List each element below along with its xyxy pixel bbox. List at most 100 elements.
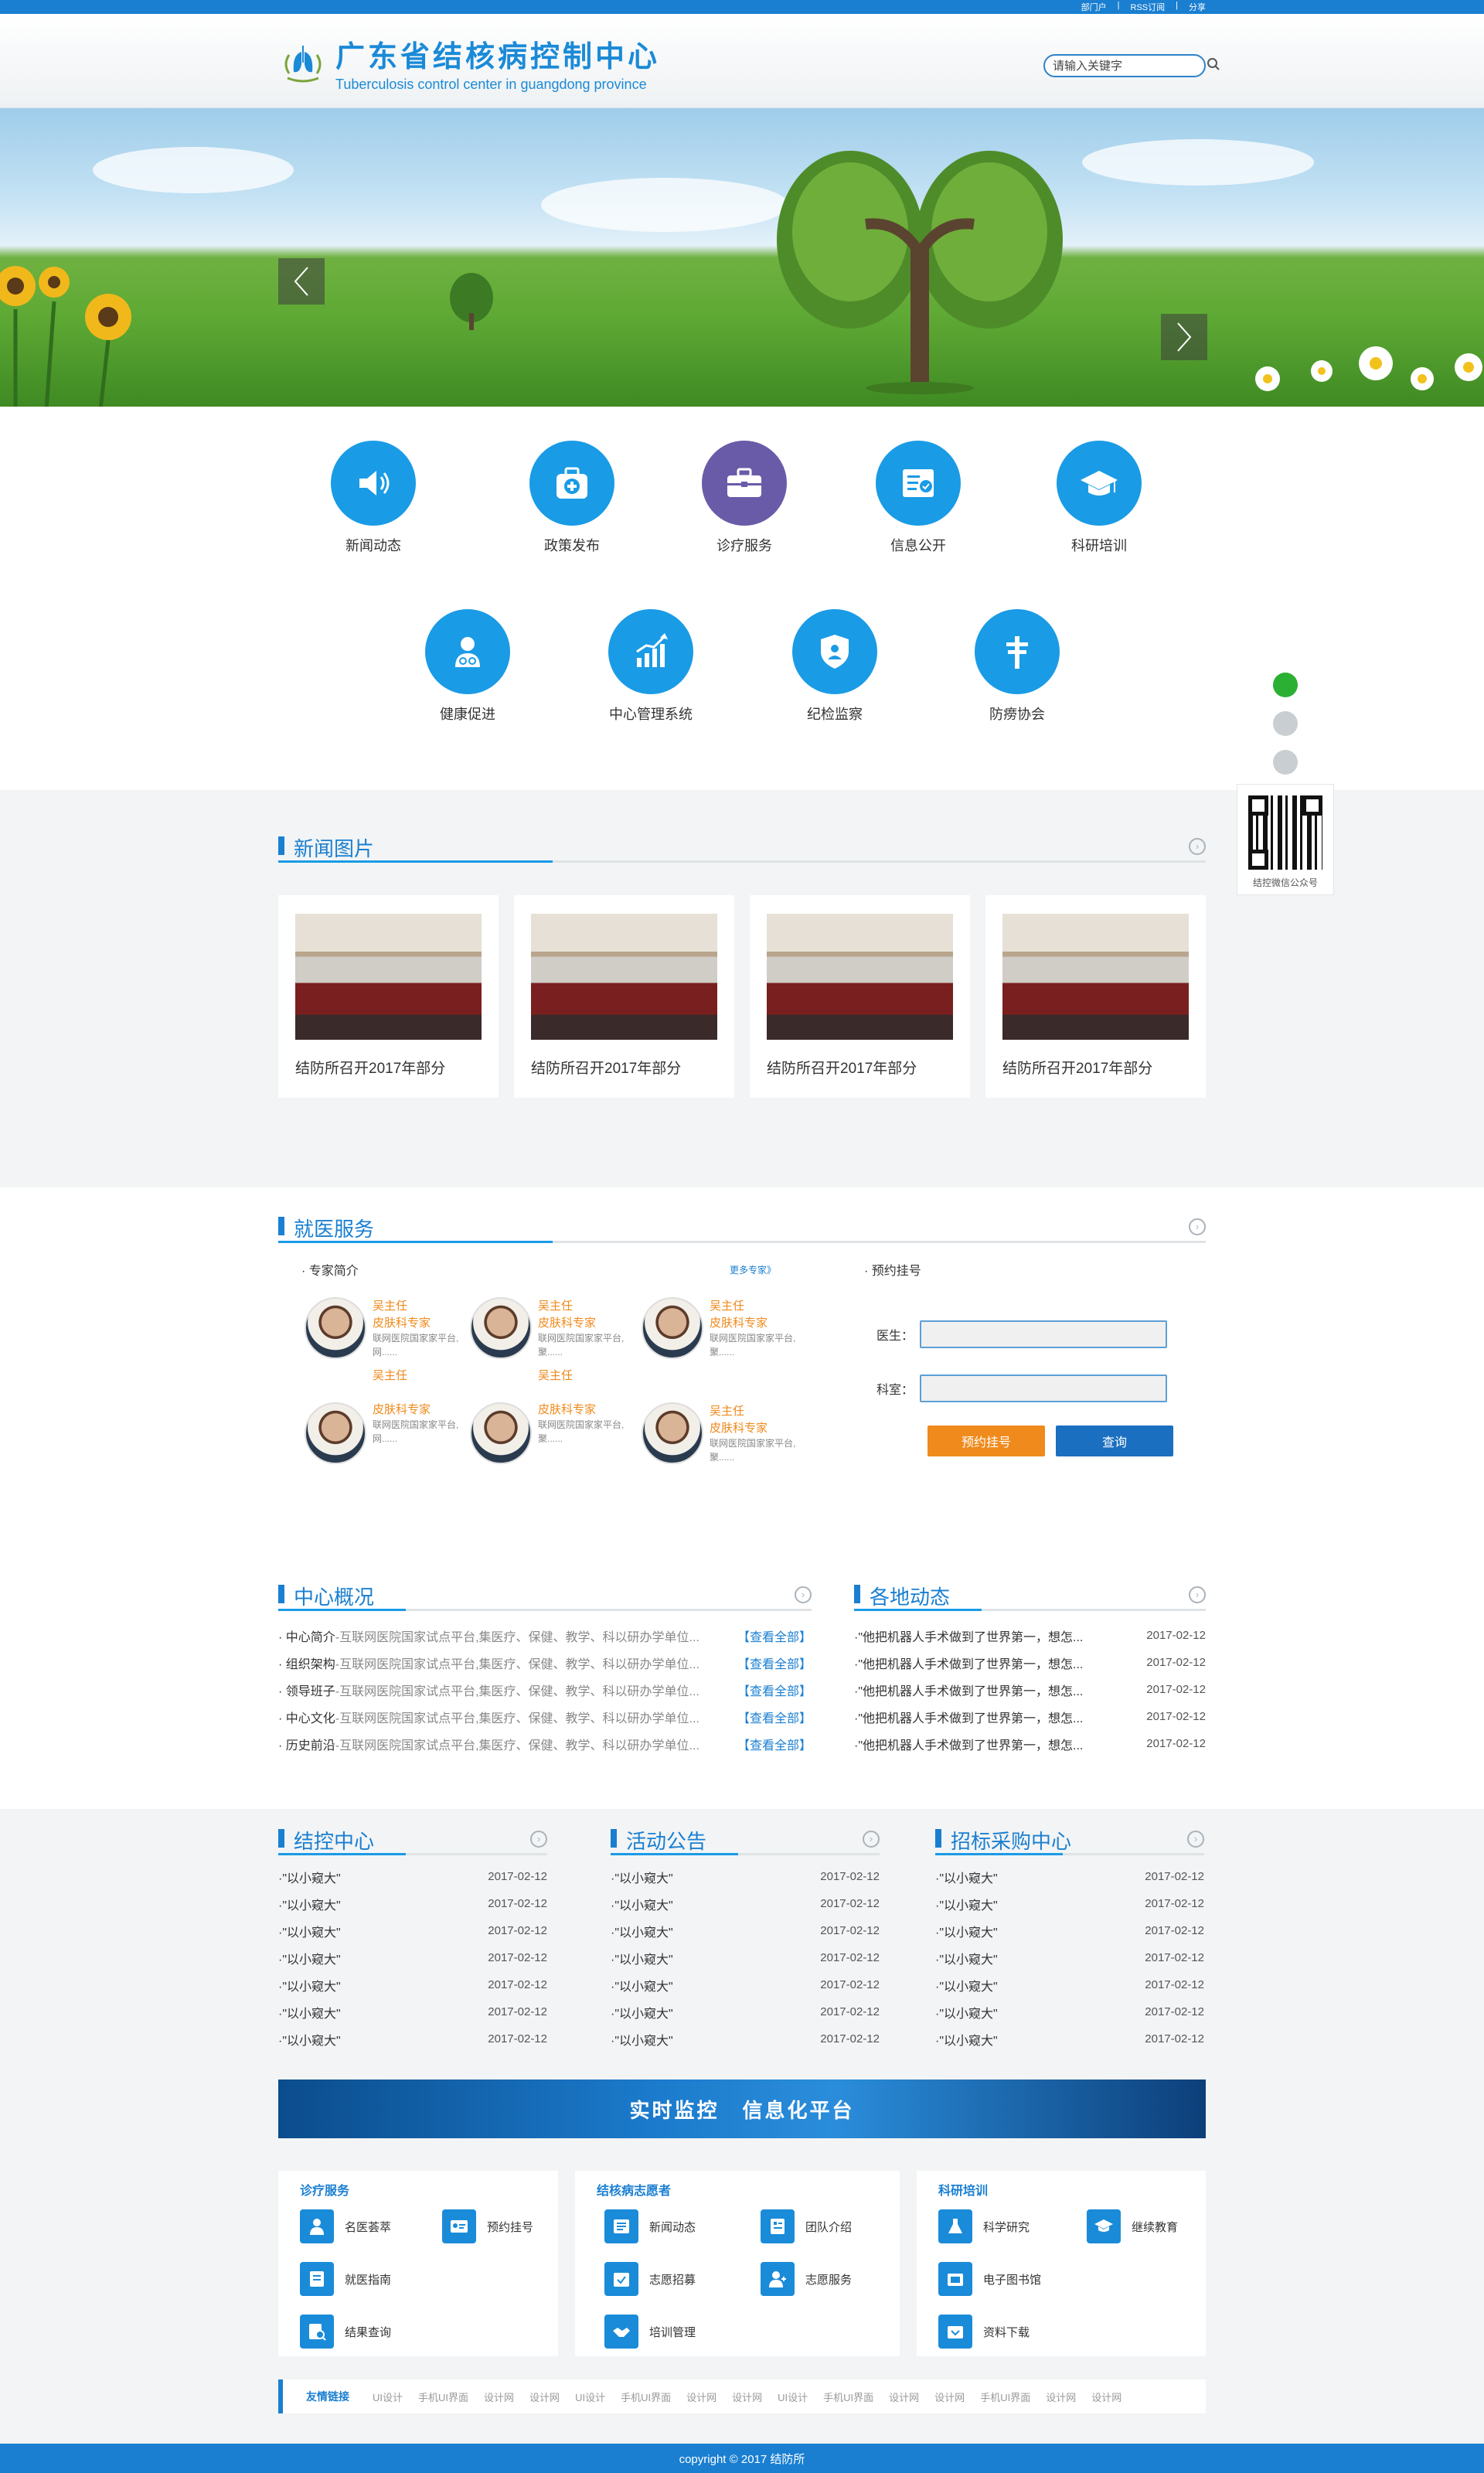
list-item[interactable]: ·"以小窥大" 2017-02-12 — [611, 1944, 880, 1971]
friend-link[interactable]: 手机UI界面 — [823, 2390, 873, 2404]
list-item[interactable]: ·"以小窥大" 2017-02-12 — [611, 1863, 880, 1890]
friend-link[interactable]: 设计网 — [1046, 2390, 1076, 2404]
list-item[interactable]: ·"以小窥大" 2017-02-12 — [935, 1890, 1204, 1917]
top-link-share[interactable]: 分享 — [1189, 1, 1206, 13]
expert-card[interactable]: 吴主任 皮肤科专家 联网医院国家家平台,聚...... — [642, 1297, 796, 1367]
list-item[interactable]: ·"以小窥大" 2017-02-12 — [278, 2025, 547, 2052]
friend-link[interactable]: 手机UI界面 — [621, 2390, 671, 2404]
support-icon[interactable] — [1273, 711, 1298, 736]
site-logo[interactable]: 广东省结核病控制中心 Tuberculosis control center i… — [278, 32, 660, 93]
photo-card[interactable]: 结防所召开2017年部分 — [985, 895, 1206, 1098]
expert-card[interactable]: 吴主任 皮肤科专家 联网医院国家家平台,聚...... — [470, 1297, 625, 1367]
service-link[interactable]: 就医指南 — [300, 2262, 391, 2296]
list-item[interactable]: ·"以小窥大" 2017-02-12 — [611, 1971, 880, 1998]
doctor-field[interactable] — [920, 1320, 1167, 1348]
service-link[interactable]: 新闻动态 — [604, 2209, 696, 2243]
banner-prev-button[interactable] — [278, 258, 325, 305]
query-button[interactable]: 查询 — [1056, 1426, 1173, 1456]
list-item[interactable]: ·"以小窥大" 2017-02-12 — [278, 1944, 547, 1971]
view-all-link[interactable]: 【查看全部】 — [737, 1681, 812, 1699]
friend-link[interactable]: UI设计 — [778, 2390, 808, 2404]
list-item[interactable]: · 领导班子-互联网医院国家试点平台,集医疗、保健、教学、科以研办学单位... 【… — [278, 1676, 812, 1703]
list-item[interactable]: · 组织架构-互联网医院国家试点平台,集医疗、保健、教学、科以研办学单位... 【… — [278, 1649, 812, 1676]
more-arrow-icon[interactable]: › — [863, 1831, 880, 1848]
more-arrow-icon[interactable]: › — [1189, 838, 1206, 855]
expert-card[interactable]: 吴主任 皮肤科专家 联网医院国家家平台,聚...... — [642, 1402, 796, 1472]
list-item[interactable]: ·"以小窥大" 2017-02-12 — [935, 1863, 1204, 1890]
service-link[interactable]: 团队介绍 — [761, 2209, 852, 2243]
more-arrow-icon[interactable]: › — [1189, 1586, 1206, 1603]
list-item[interactable]: ·"以小窥大" 2017-02-12 — [935, 1998, 1204, 2025]
quick-link-research[interactable]: 科研培训 — [1045, 441, 1153, 555]
list-item[interactable]: · 中心简介-互联网医院国家试点平台,集医疗、保健、教学、科以研办学单位... 【… — [278, 1622, 812, 1649]
quick-link-policy[interactable]: 政策发布 — [518, 441, 626, 555]
banner-next-button[interactable] — [1161, 314, 1207, 360]
top-link-rss[interactable]: RSS订阅 — [1131, 1, 1166, 13]
service-link[interactable]: 预约挂号 — [442, 2209, 533, 2243]
service-link[interactable]: 名医荟萃 — [300, 2209, 391, 2243]
service-link[interactable]: 资料下载 — [938, 2315, 1030, 2349]
list-item[interactable]: ·"以小窥大" 2017-02-12 — [611, 1998, 880, 2025]
list-item[interactable]: ·"他把机器人手术做到了世界第一，想怎... 2017-02-12 — [854, 1676, 1206, 1703]
wechat-icon[interactable] — [1273, 673, 1298, 697]
friend-link[interactable]: 手机UI界面 — [980, 2390, 1030, 2404]
list-item[interactable]: ·"以小窥大" 2017-02-12 — [278, 1971, 547, 1998]
more-arrow-icon[interactable]: › — [1187, 1831, 1204, 1848]
service-link[interactable]: 志愿服务 — [761, 2262, 852, 2296]
service-link[interactable]: 志愿招募 — [604, 2262, 696, 2296]
list-item[interactable]: ·"以小窥大" 2017-02-12 — [278, 1998, 547, 2025]
service-link[interactable]: 科学研究 — [938, 2209, 1030, 2243]
view-all-link[interactable]: 【查看全部】 — [737, 1654, 812, 1672]
list-item[interactable]: · 历史前沿-互联网医院国家试点平台,集医疗、保健、教学、科以研办学单位... 【… — [278, 1730, 812, 1757]
friend-link[interactable]: 设计网 — [484, 2390, 514, 2404]
expert-card[interactable]: 吴主任 皮肤科专家 联网医院国家家平台,聚...... — [470, 1369, 625, 1464]
friend-link[interactable]: 设计网 — [529, 2390, 560, 2404]
list-item[interactable]: ·"以小窥大" 2017-02-12 — [935, 1971, 1204, 1998]
more-arrow-icon[interactable]: › — [1189, 1218, 1206, 1235]
back-to-top-icon[interactable] — [1273, 750, 1298, 775]
friend-link[interactable]: UI设计 — [575, 2390, 605, 2404]
list-item[interactable]: ·"以小窥大" 2017-02-12 — [935, 1917, 1204, 1944]
quick-link-health[interactable]: 健康促进 — [414, 609, 522, 724]
list-item[interactable]: ·"以小窥大" 2017-02-12 — [278, 1917, 547, 1944]
friend-link[interactable]: 设计网 — [934, 2390, 965, 2404]
view-all-link[interactable]: 【查看全部】 — [737, 1708, 812, 1726]
book-appointment-button[interactable]: 预约挂号 — [928, 1426, 1045, 1456]
friend-link[interactable]: 设计网 — [686, 2390, 716, 2404]
list-item[interactable]: ·"以小窥大" 2017-02-12 — [611, 1917, 880, 1944]
expert-card[interactable]: 吴主任 皮肤科专家 联网医院国家家平台,网...... — [305, 1297, 459, 1367]
photo-card[interactable]: 结防所召开2017年部分 — [750, 895, 970, 1098]
search-input[interactable] — [1053, 59, 1207, 73]
list-item[interactable]: ·"以小窥大" 2017-02-12 — [935, 2025, 1204, 2052]
list-item[interactable]: ·"他把机器人手术做到了世界第一，想怎... 2017-02-12 — [854, 1703, 1206, 1730]
friend-link[interactable]: 设计网 — [1091, 2390, 1122, 2404]
service-link[interactable]: 电子图书馆 — [938, 2262, 1041, 2296]
list-item[interactable]: ·"以小窥大" 2017-02-12 — [611, 2025, 880, 2052]
more-arrow-icon[interactable]: › — [795, 1586, 812, 1603]
list-item[interactable]: · 中心文化-互联网医院国家试点平台,集医疗、保健、教学、科以研办学单位... 【… — [278, 1703, 812, 1730]
service-link[interactable]: 继续教育 — [1087, 2209, 1178, 2243]
photo-card[interactable]: 结防所召开2017年部分 — [278, 895, 499, 1098]
top-link-portal[interactable]: 部门户 — [1081, 1, 1107, 13]
service-link[interactable]: 结果查询 — [300, 2315, 391, 2349]
list-item[interactable]: ·"以小窥大" 2017-02-12 — [611, 1890, 880, 1917]
list-item[interactable]: ·"以小窥大" 2017-02-12 — [935, 1944, 1204, 1971]
friend-link[interactable]: 设计网 — [732, 2390, 762, 2404]
quick-link-treatment[interactable]: 诊疗服务 — [690, 441, 798, 555]
list-item[interactable]: ·"以小窥大" 2017-02-12 — [278, 1890, 547, 1917]
friend-link[interactable]: UI设计 — [373, 2390, 403, 2404]
photo-card[interactable]: 结防所召开2017年部分 — [514, 895, 734, 1098]
list-item[interactable]: ·"他把机器人手术做到了世界第一，想怎... 2017-02-12 — [854, 1649, 1206, 1676]
list-item[interactable]: ·"他把机器人手术做到了世界第一，想怎... 2017-02-12 — [854, 1622, 1206, 1649]
friend-link[interactable]: 手机UI界面 — [418, 2390, 468, 2404]
view-all-link[interactable]: 【查看全部】 — [737, 1735, 812, 1753]
department-field[interactable] — [920, 1374, 1167, 1402]
list-item[interactable]: ·"他把机器人手术做到了世界第一，想怎... 2017-02-12 — [854, 1730, 1206, 1757]
friend-link[interactable]: 设计网 — [889, 2390, 919, 2404]
list-item[interactable]: ·"以小窥大" 2017-02-12 — [278, 1863, 547, 1890]
search-icon[interactable] — [1207, 57, 1220, 75]
quick-link-news[interactable]: 新闻动态 — [319, 441, 427, 555]
expert-card[interactable]: 吴主任 皮肤科专家 联网医院国家家平台,网...... — [305, 1369, 459, 1464]
quick-link-info[interactable]: 信息公开 — [864, 441, 972, 555]
service-link[interactable]: 培训管理 — [604, 2315, 696, 2349]
